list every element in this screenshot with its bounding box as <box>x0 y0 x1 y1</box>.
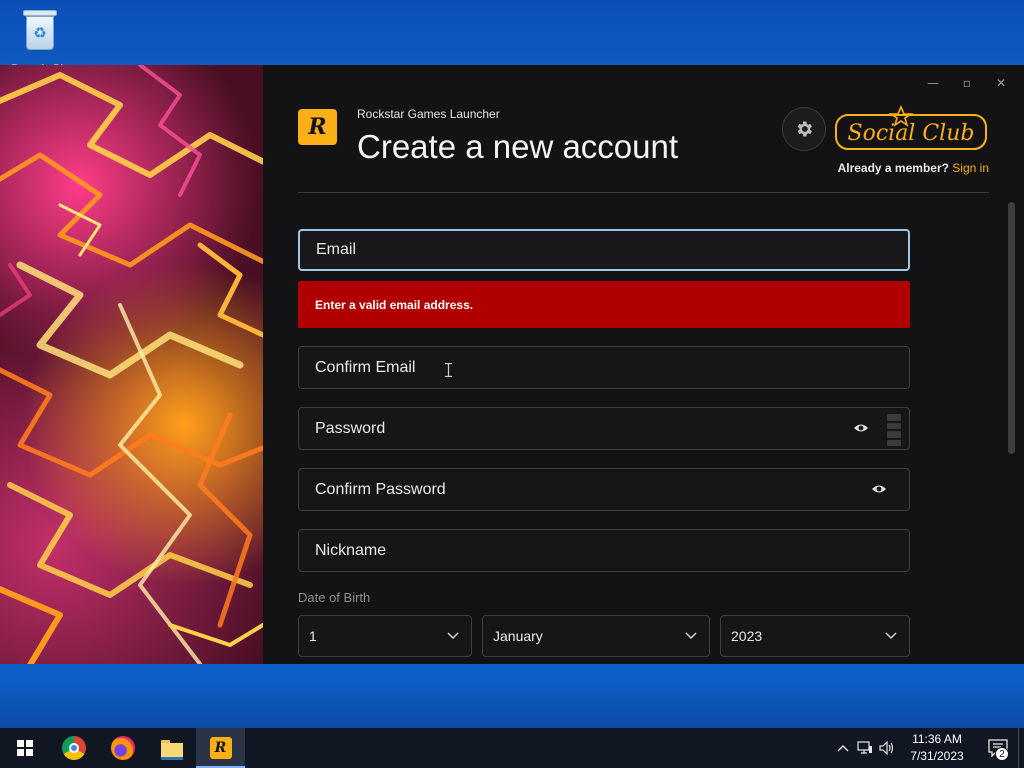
email-field[interactable]: Email <box>298 229 910 271</box>
notification-count-badge: 2 <box>995 747 1009 761</box>
social-club-logo: Social Club <box>835 105 987 150</box>
chevron-up-icon[interactable] <box>832 728 854 768</box>
decorative-artwork <box>0 65 263 664</box>
chrome-icon <box>61 736 86 760</box>
rockstar-launcher-icon: R <box>209 737 232 759</box>
dob-day-select[interactable]: 1 <box>298 615 472 657</box>
rockstar-launcher-taskbar-button[interactable]: R <box>196 728 245 768</box>
recycle-bin-desktop-icon[interactable]: ♻ Recycle Bin <box>8 6 72 66</box>
action-center-button[interactable]: 2 <box>978 728 1018 768</box>
file-explorer-icon <box>160 739 183 760</box>
form-scrollbar[interactable] <box>1008 202 1015 454</box>
system-tray: 11:36 AM 7/31/2023 2 <box>832 728 1024 768</box>
firefox-icon <box>110 736 135 760</box>
nickname-field[interactable]: Nickname <box>298 529 910 572</box>
chevron-down-icon <box>885 632 897 640</box>
window-controls: — ▫ ✕ <box>918 73 1016 93</box>
email-error-message: Enter a valid email address. <box>298 281 910 328</box>
show-confirm-password-eye-icon[interactable] <box>871 483 887 495</box>
network-icon[interactable] <box>854 728 876 768</box>
create-account-form: Email Enter a valid email address. Confi… <box>298 229 910 657</box>
clock-time: 11:36 AM <box>912 732 962 746</box>
dob-year-value: 2023 <box>731 628 763 644</box>
show-password-eye-icon[interactable] <box>853 422 869 434</box>
taskbar: R 11:36 AM 7/31/2023 2 <box>0 728 1024 768</box>
sign-in-prompt: Already a member? Sign in <box>838 161 989 175</box>
maximize-button[interactable]: ▫ <box>952 73 982 93</box>
dob-year-select[interactable]: 2023 <box>720 615 910 657</box>
taskbar-clock[interactable]: 11:36 AM 7/31/2023 <box>902 731 972 765</box>
app-name: Rockstar Games Launcher <box>357 107 500 121</box>
confirm-email-field[interactable]: Confirm Email <box>298 346 910 389</box>
volume-icon[interactable] <box>876 728 898 768</box>
gear-icon <box>797 121 812 137</box>
chrome-taskbar-button[interactable] <box>49 728 98 768</box>
dob-label: Date of Birth <box>298 590 371 605</box>
account-panel: — ▫ ✕ R Rockstar Games Launcher Create a… <box>263 65 1024 664</box>
nickname-placeholder: Nickname <box>315 541 387 559</box>
password-strength-meter <box>887 414 901 446</box>
firefox-taskbar-button[interactable] <box>98 728 147 768</box>
social-club-logo-text: Social Club <box>848 121 975 146</box>
confirm-password-field[interactable]: Confirm Password <box>298 468 910 511</box>
dob-row: 1 January 2023 <box>298 615 910 657</box>
confirm-password-placeholder: Confirm Password <box>315 480 446 498</box>
rockstar-logo-icon: R <box>298 109 337 145</box>
windows-start-icon <box>16 740 33 756</box>
password-field[interactable]: Password <box>298 407 910 450</box>
sign-in-link[interactable]: Sign in <box>952 161 989 175</box>
password-placeholder: Password <box>315 419 386 437</box>
text-cursor-icon <box>445 363 452 377</box>
header: R Rockstar Games Launcher Create a new a… <box>298 105 989 193</box>
settings-button[interactable] <box>782 107 826 151</box>
show-desktop-button[interactable] <box>1018 728 1024 768</box>
dob-day-value: 1 <box>309 628 317 644</box>
email-placeholder: Email <box>316 241 357 258</box>
recycle-bin-icon: ♻ <box>21 6 59 52</box>
chevron-down-icon <box>447 632 459 640</box>
chevron-down-icon <box>685 632 697 640</box>
already-member-text: Already a member? <box>837 161 949 175</box>
neon-maze-artwork <box>0 65 263 664</box>
clock-date: 7/31/2023 <box>910 749 964 763</box>
dob-month-value: January <box>493 628 543 644</box>
minimize-button[interactable]: — <box>918 73 948 93</box>
email-error-text: Enter a valid email address. <box>315 297 474 312</box>
file-explorer-taskbar-button[interactable] <box>147 728 196 768</box>
start-button[interactable] <box>0 728 49 768</box>
confirm-email-placeholder: Confirm Email <box>315 358 416 376</box>
launcher-window: — ▫ ✕ R Rockstar Games Launcher Create a… <box>0 65 1024 664</box>
dob-month-select[interactable]: January <box>482 615 710 657</box>
close-button[interactable]: ✕ <box>986 73 1016 93</box>
page-title: Create a new account <box>357 128 679 165</box>
